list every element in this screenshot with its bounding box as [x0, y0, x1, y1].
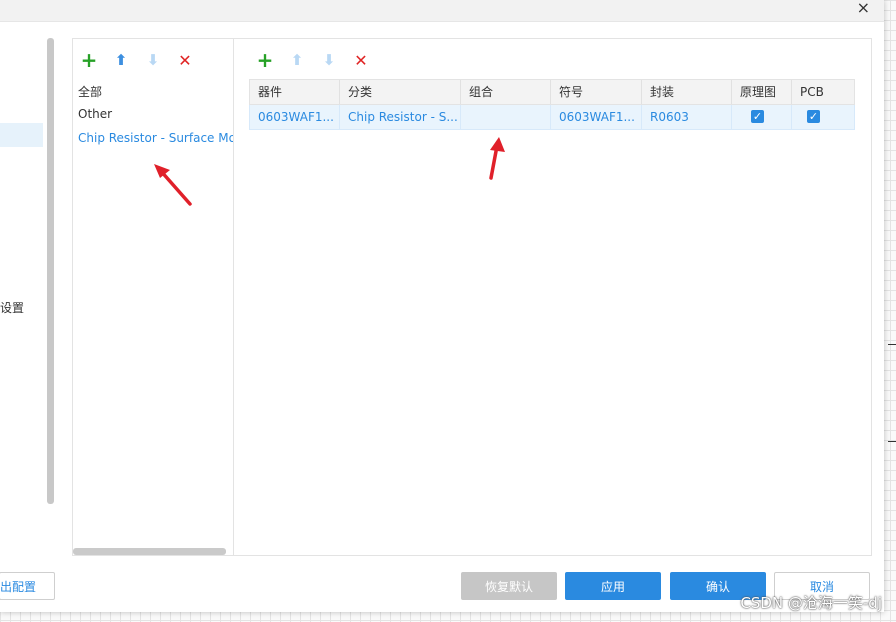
- export-config-button[interactable]: 出配置: [0, 572, 55, 600]
- close-icon[interactable]: ×: [857, 0, 870, 17]
- move-row-up-icon[interactable]: ⬆: [287, 50, 307, 70]
- pcb-checkbox[interactable]: ✓: [807, 110, 820, 123]
- settings-nav: 设置: [0, 38, 56, 554]
- category-item-chip-resistor[interactable]: Chip Resistor - Surface Mount: [78, 131, 233, 145]
- delete-row-icon[interactable]: ✕: [351, 50, 371, 70]
- column-header-pcb[interactable]: PCB: [792, 80, 854, 104]
- canvas-edge-tick: [888, 441, 896, 442]
- column-header-symbol[interactable]: 符号: [551, 80, 642, 104]
- cell-schematic: ✓: [732, 105, 792, 129]
- grid-header-row: 器件 分类 组合 符号 封装 原理图 PCB: [249, 79, 855, 105]
- category-pane: + ⬆ ⬇ ✕ 全部 Other Chip Resistor - Surface…: [73, 39, 234, 555]
- apply-button[interactable]: 应用: [565, 572, 661, 600]
- restore-default-button[interactable]: 恢复默认: [461, 572, 557, 600]
- category-item-all[interactable]: 全部: [78, 83, 102, 100]
- column-header-category[interactable]: 分类: [340, 80, 461, 104]
- move-up-icon[interactable]: ⬆: [111, 50, 131, 70]
- move-row-down-icon[interactable]: ⬇: [319, 50, 339, 70]
- credit-watermark: CSDN @沧海一笑-dj: [740, 594, 882, 612]
- canvas-edge-tick: [888, 344, 896, 345]
- column-header-footprint[interactable]: 封装: [642, 80, 732, 104]
- settings-nav-selected-item[interactable]: [0, 123, 43, 147]
- column-header-group[interactable]: 组合: [461, 80, 551, 104]
- delete-category-icon[interactable]: ✕: [175, 50, 195, 70]
- dialog-titlebar: ×: [0, 0, 884, 22]
- category-horizontal-scrollbar[interactable]: [73, 548, 226, 555]
- settings-nav-item-label[interactable]: 设置: [0, 299, 24, 316]
- add-category-icon[interactable]: +: [79, 50, 99, 70]
- cell-group[interactable]: [461, 105, 551, 129]
- cell-device[interactable]: 0603WAF1...: [250, 105, 340, 129]
- grid-toolbar: + ⬆ ⬇ ✕: [255, 50, 375, 70]
- library-config-panel: + ⬆ ⬇ ✕ 全部 Other Chip Resistor - Surface…: [72, 38, 872, 556]
- settings-nav-scrollbar[interactable]: [47, 38, 54, 504]
- cell-pcb: ✓: [792, 105, 854, 129]
- column-header-device[interactable]: 器件: [250, 80, 340, 104]
- cell-category[interactable]: Chip Resistor - S...: [340, 105, 461, 129]
- cell-symbol[interactable]: 0603WAF1...: [551, 105, 642, 129]
- table-row[interactable]: 0603WAF1... Chip Resistor - S... 0603WAF…: [249, 105, 855, 130]
- cell-footprint[interactable]: R0603: [642, 105, 732, 129]
- column-header-schematic[interactable]: 原理图: [732, 80, 792, 104]
- settings-dialog: × 设置 + ⬆ ⬇ ✕ 全部 Other Chip Resistor - Su…: [0, 0, 884, 612]
- move-down-icon[interactable]: ⬇: [143, 50, 163, 70]
- category-toolbar: + ⬆ ⬇ ✕: [79, 50, 199, 70]
- schematic-checkbox[interactable]: ✓: [751, 110, 764, 123]
- category-item-other[interactable]: Other: [78, 107, 112, 121]
- add-row-icon[interactable]: +: [255, 50, 275, 70]
- device-grid: 器件 分类 组合 符号 封装 原理图 PCB 0603WAF1... Chip …: [249, 79, 855, 130]
